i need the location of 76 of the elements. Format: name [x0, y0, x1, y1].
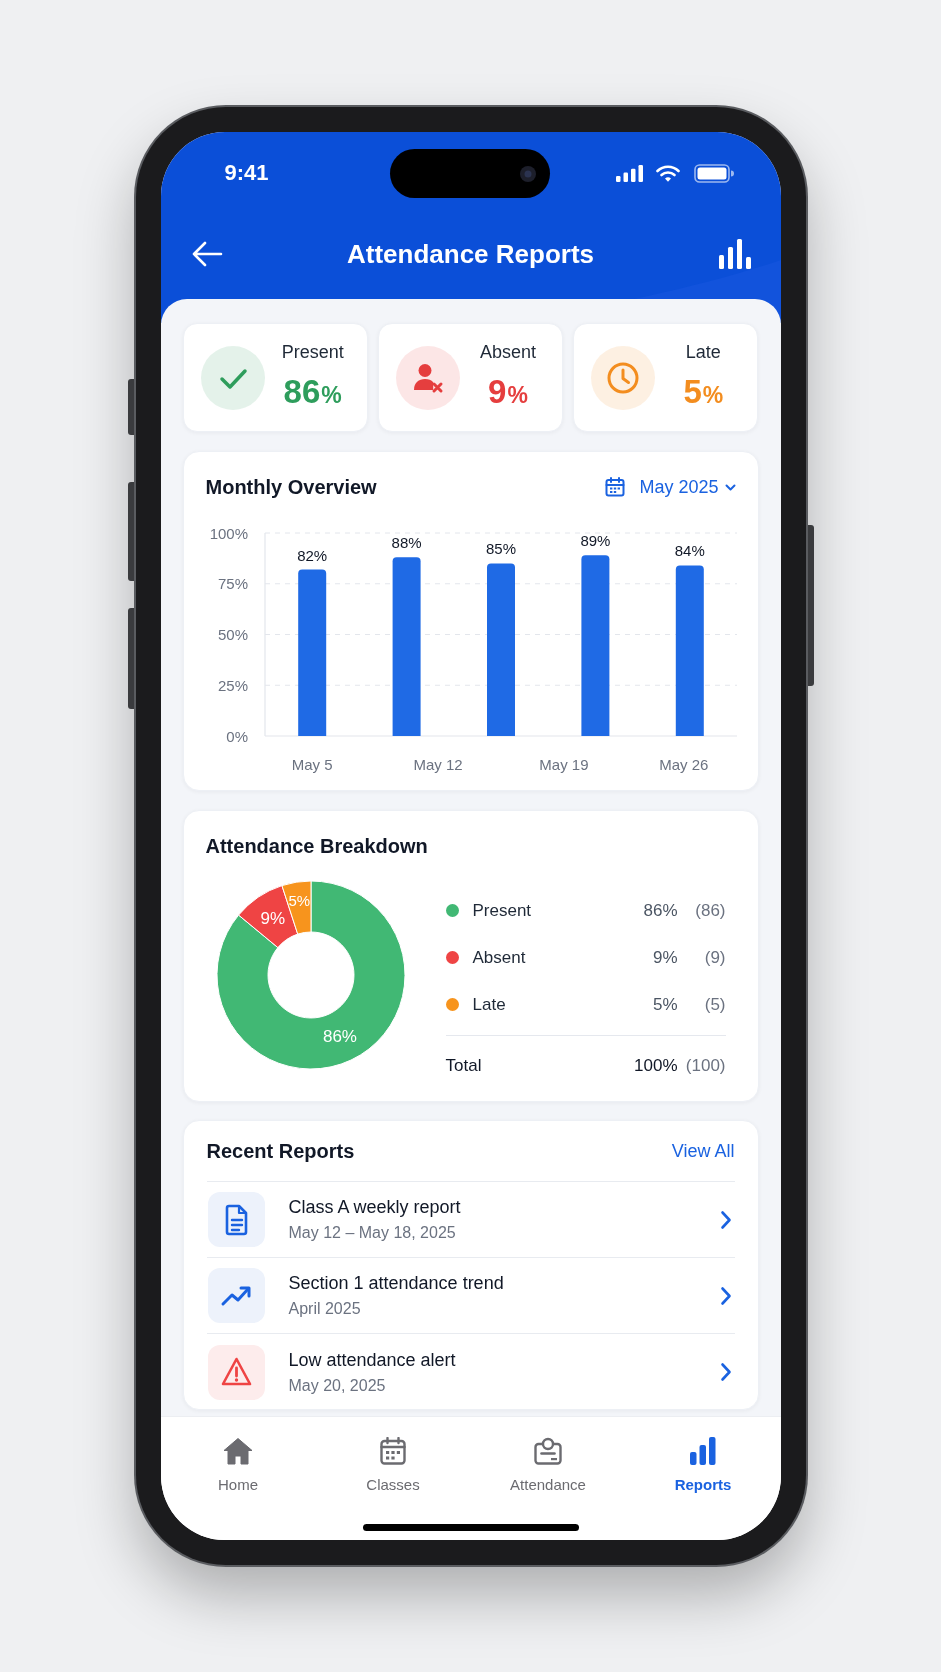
camera-lens-icon: [519, 165, 536, 182]
calendar-icon: [605, 477, 626, 497]
y-axis-label: 0%: [225, 727, 248, 745]
card-title: Recent Reports: [206, 1139, 355, 1164]
legend-count: (86): [694, 899, 726, 922]
legend-count: (9): [703, 946, 726, 969]
bar-value-label: 84%: [674, 542, 705, 560]
legend-count: (5): [703, 993, 726, 1016]
report-date: May 12 – May 18, 2025: [288, 1223, 456, 1243]
nav-tab[interactable]: Home: [160, 1437, 316, 1494]
bar-value-label: 88%: [391, 534, 422, 552]
x-axis-label: May 19: [538, 755, 589, 773]
legend-label: Late: [472, 993, 506, 1016]
report-title: Low attendance alert: [288, 1348, 456, 1372]
x-axis-label: May 5: [291, 755, 333, 773]
legend-label: Present: [472, 899, 532, 922]
chevron-right-icon[interactable]: [719, 1209, 732, 1230]
battery-icon: [693, 163, 734, 183]
slice-value-label: 9%: [260, 909, 285, 929]
report-date: May 20, 2025: [288, 1375, 386, 1396]
page-title: Attendance Reports: [346, 237, 594, 271]
stat-label: Present: [281, 341, 344, 363]
x-axis-label: May 26: [658, 755, 708, 773]
stat-value: 5%: [683, 373, 724, 412]
slice-value-label: 86%: [322, 1027, 357, 1047]
check-icon: [200, 345, 265, 410]
total-count: (100): [684, 1054, 726, 1077]
chevron-down-icon: [724, 483, 736, 491]
view-all-link[interactable]: View All: [671, 1137, 735, 1165]
slice-value-label: 5%: [287, 892, 310, 910]
bar-value-label: 85%: [485, 540, 516, 558]
report-date: April 2025: [288, 1299, 361, 1319]
stat-label: Late: [685, 341, 721, 363]
bar-chart-icon: [718, 239, 751, 269]
nav-tab[interactable]: Attendance: [470, 1437, 626, 1494]
chevron-right-icon[interactable]: [719, 1285, 732, 1306]
y-axis-label: 50%: [217, 626, 248, 643]
report-title: Section 1 attendance trend: [288, 1272, 504, 1295]
trend-up-icon: [207, 1268, 265, 1323]
legend-percent: 9%: [652, 946, 678, 969]
stat-value: 86%: [283, 373, 342, 412]
person-x-icon: [395, 345, 460, 410]
y-axis-label: 100%: [209, 524, 248, 542]
side-button[interactable]: [127, 608, 134, 709]
month-selector[interactable]: May 2025: [605, 473, 736, 501]
back-arrow-icon: [190, 241, 223, 267]
nav-tab[interactable]: Reports: [625, 1437, 781, 1494]
calendar-icon: [380, 1437, 406, 1465]
total-label: Total: [445, 1054, 482, 1077]
wifi-icon: [655, 164, 680, 182]
total-percent: 100%: [634, 1054, 678, 1077]
status-time: 9:41: [224, 162, 269, 184]
legend-label: Absent: [472, 946, 526, 969]
legend-percent: 86%: [643, 899, 678, 922]
stat-label: Absent: [479, 341, 536, 363]
chevron-right-icon[interactable]: [719, 1362, 732, 1382]
y-axis-label: 75%: [217, 575, 248, 593]
side-button[interactable]: [127, 379, 134, 435]
nav-tab[interactable]: Classes: [315, 1437, 471, 1494]
home-icon: [223, 1437, 253, 1465]
clipboard-icon: [534, 1437, 562, 1465]
bar-value-label: 89%: [579, 532, 610, 550]
warning-icon: [207, 1344, 265, 1400]
legend-percent: 5%: [652, 993, 678, 1016]
x-axis-label: May 12: [412, 755, 463, 773]
card-title: Attendance Breakdown: [205, 834, 428, 859]
stat-value: 9%: [488, 373, 528, 412]
bar-value-label: 82%: [296, 546, 327, 564]
card-title: Monthly Overview: [205, 475, 377, 500]
clock-icon: [591, 345, 656, 410]
signal-icon: [615, 164, 643, 182]
report-title: Class A weekly report: [288, 1196, 461, 1219]
document-icon: [207, 1192, 265, 1247]
bar-chart-icon: [690, 1437, 716, 1465]
side-button[interactable]: [127, 482, 134, 581]
y-axis-label: 25%: [217, 676, 248, 694]
